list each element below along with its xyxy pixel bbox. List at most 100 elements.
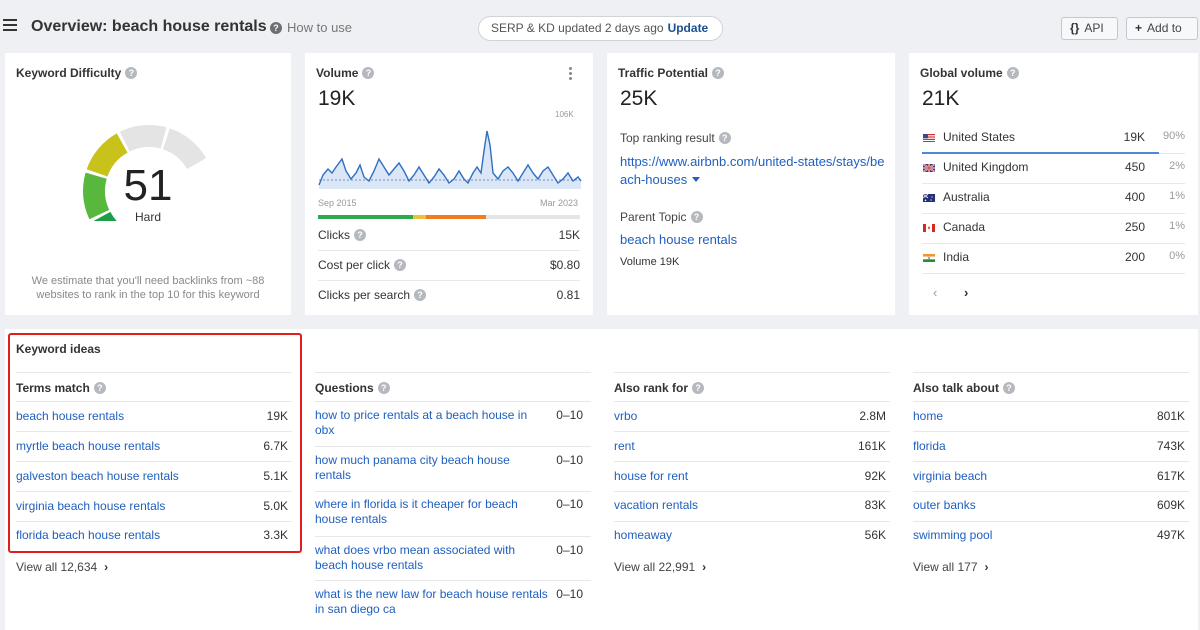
keyword-link[interactable]: galveston beach house rentals — [16, 469, 179, 484]
top-ranking-url-text[interactable]: https://www.airbnb.com/united-states/sta… — [620, 154, 884, 187]
list-item: beach house rentals 19K — [16, 402, 292, 432]
top-header: Overview: beach house rentals ? How to us… — [0, 0, 1200, 54]
help-icon[interactable]: ? — [690, 210, 703, 223]
keyword-link[interactable]: myrtle beach house rentals — [16, 439, 160, 454]
country-share: 0% — [1169, 250, 1185, 262]
kd-score: 51 — [123, 161, 173, 210]
keyword-link[interactable]: outer banks — [913, 498, 976, 513]
keyword-link[interactable]: virginia beach house rentals — [16, 499, 165, 514]
parent-topic-volume: Volume 19K — [620, 256, 680, 268]
keyword-link[interactable]: how much panama city beach house rentals — [315, 453, 533, 483]
keyword-volume: 2.8M — [859, 409, 886, 423]
country-row-au[interactable]: Australia 400 1% — [922, 184, 1185, 214]
keyword-link[interactable]: beach house rentals — [16, 409, 124, 424]
column-header-text: Also talk about — [913, 381, 1000, 395]
keyword-link[interactable]: home — [913, 409, 943, 424]
keyword-volume: 19K — [266, 409, 288, 423]
caret-down-icon[interactable] — [692, 177, 701, 182]
next-page-button[interactable]: › — [964, 285, 968, 300]
plus-icon: + — [1135, 21, 1143, 35]
help-icon[interactable]: ? — [394, 258, 407, 271]
keyword-link[interactable]: how to price rentals at a beach house in… — [315, 408, 533, 438]
country-row-in[interactable]: India 200 0% — [922, 244, 1185, 274]
help-icon[interactable]: ? — [362, 66, 375, 79]
metric-value: $0.80 — [549, 258, 580, 272]
help-icon[interactable]: ? — [354, 228, 366, 241]
metric-label-text: Cost per click — [318, 258, 391, 272]
keyword-link[interactable]: homeaway — [614, 528, 672, 543]
column-header-text: Questions — [315, 381, 374, 395]
gauge-segment — [119, 125, 167, 152]
keyword-link[interactable]: florida beach house rentals — [16, 528, 160, 543]
keyword-link[interactable]: what is the new law for beach house rent… — [315, 587, 555, 617]
how-to-use-link[interactable]: ? How to use — [270, 20, 352, 35]
keyword-link[interactable]: florida — [913, 439, 946, 454]
keyword-volume: 83K — [864, 498, 886, 512]
help-icon[interactable]: ? — [1006, 66, 1019, 79]
list-item: homeaway 56K — [614, 522, 890, 552]
chevron-right-icon: › — [984, 560, 989, 574]
country-row-ca[interactable]: Canada 250 1% — [922, 214, 1185, 244]
help-icon[interactable]: ? — [692, 381, 705, 394]
add-to-button[interactable]: + Add to — [1126, 17, 1198, 40]
list-item: outer banks 609K — [913, 492, 1189, 522]
page-title: Overview: beach house rentals — [31, 18, 267, 35]
keyword-volume: 0–10 — [556, 497, 583, 511]
top-ranking-url[interactable]: https://www.airbnb.com/united-states/sta… — [620, 153, 890, 189]
api-button[interactable]: {} API — [1061, 17, 1118, 40]
metric-label-text: Clicks — [318, 228, 350, 242]
list-item: swimming pool 497K — [913, 522, 1189, 552]
more-options-icon[interactable] — [569, 67, 573, 80]
keyword-link[interactable]: where in florida is it cheaper for beach… — [315, 497, 533, 527]
help-icon[interactable]: ? — [414, 288, 427, 301]
country-name: Canada — [943, 220, 986, 234]
keyword-link[interactable]: what does vrbo mean associated with beac… — [315, 543, 533, 573]
add-to-button-label: Add to — [1147, 21, 1182, 35]
view-all-link[interactable]: View all 12,634 › — [16, 560, 108, 574]
prev-page-button[interactable]: ‹ — [933, 285, 937, 300]
list-item: florida beach house rentals 3.3K — [16, 522, 292, 552]
country-row-uk[interactable]: United Kingdom 450 2% — [922, 154, 1185, 184]
view-all-link[interactable]: View all 177 › — [913, 560, 989, 574]
au-flag-icon — [923, 194, 935, 202]
bar-segment-yellow — [413, 215, 426, 219]
bar-segment-green — [318, 215, 413, 219]
help-icon[interactable]: ? — [377, 381, 390, 394]
list-item: how to price rentals at a beach house in… — [315, 402, 591, 447]
update-button[interactable]: Update — [668, 21, 709, 35]
keyword-link[interactable]: vrbo — [614, 409, 637, 424]
view-all-link[interactable]: View all 22,991 › — [614, 560, 706, 574]
keyword-link[interactable]: swimming pool — [913, 528, 992, 543]
keyword-link[interactable]: rent — [614, 439, 635, 454]
chevron-right-icon: › — [104, 560, 109, 574]
gv-title: Global volume — [920, 66, 1003, 80]
serp-status-pill: SERP & KD updated 2 days ago Update — [478, 16, 723, 41]
country-row-us[interactable]: United States 19K 90% — [922, 124, 1185, 154]
help-icon[interactable]: ? — [125, 66, 138, 79]
keyword-link[interactable]: house for rent — [614, 469, 688, 484]
country-name: Australia — [943, 190, 990, 204]
tp-title: Traffic Potential — [618, 66, 709, 80]
keyword-link[interactable]: vacation rentals — [614, 498, 698, 513]
ca-flag-icon — [923, 224, 935, 232]
keyword-volume: 3.3K — [263, 528, 288, 542]
help-icon[interactable]: ? — [712, 66, 725, 79]
keyword-volume: 0–10 — [556, 587, 583, 601]
keyword-volume: 6.7K — [263, 439, 288, 453]
metric-value: 15K — [558, 228, 580, 242]
help-icon[interactable]: ? — [1003, 381, 1016, 394]
chevron-right-icon: › — [702, 560, 707, 574]
bar-segment-orange — [426, 215, 486, 219]
keyword-link[interactable]: virginia beach — [913, 469, 987, 484]
help-icon[interactable]: ? — [718, 131, 731, 144]
metric-row-cps: Clicks per search? 0.81 — [318, 281, 580, 311]
metric-label-text: Clicks per search — [318, 288, 411, 302]
keyword-volume: 56K — [864, 528, 886, 542]
keyword-volume: 743K — [1156, 439, 1185, 453]
clicks-distribution-bar — [318, 215, 580, 219]
parent-topic-link[interactable]: beach house rentals — [620, 232, 737, 247]
list-item: vrbo 2.8M — [614, 402, 890, 432]
view-all-label: View all 12,634 — [16, 560, 98, 574]
hamburger-menu-icon[interactable] — [3, 19, 17, 31]
help-icon[interactable]: ? — [93, 381, 106, 394]
